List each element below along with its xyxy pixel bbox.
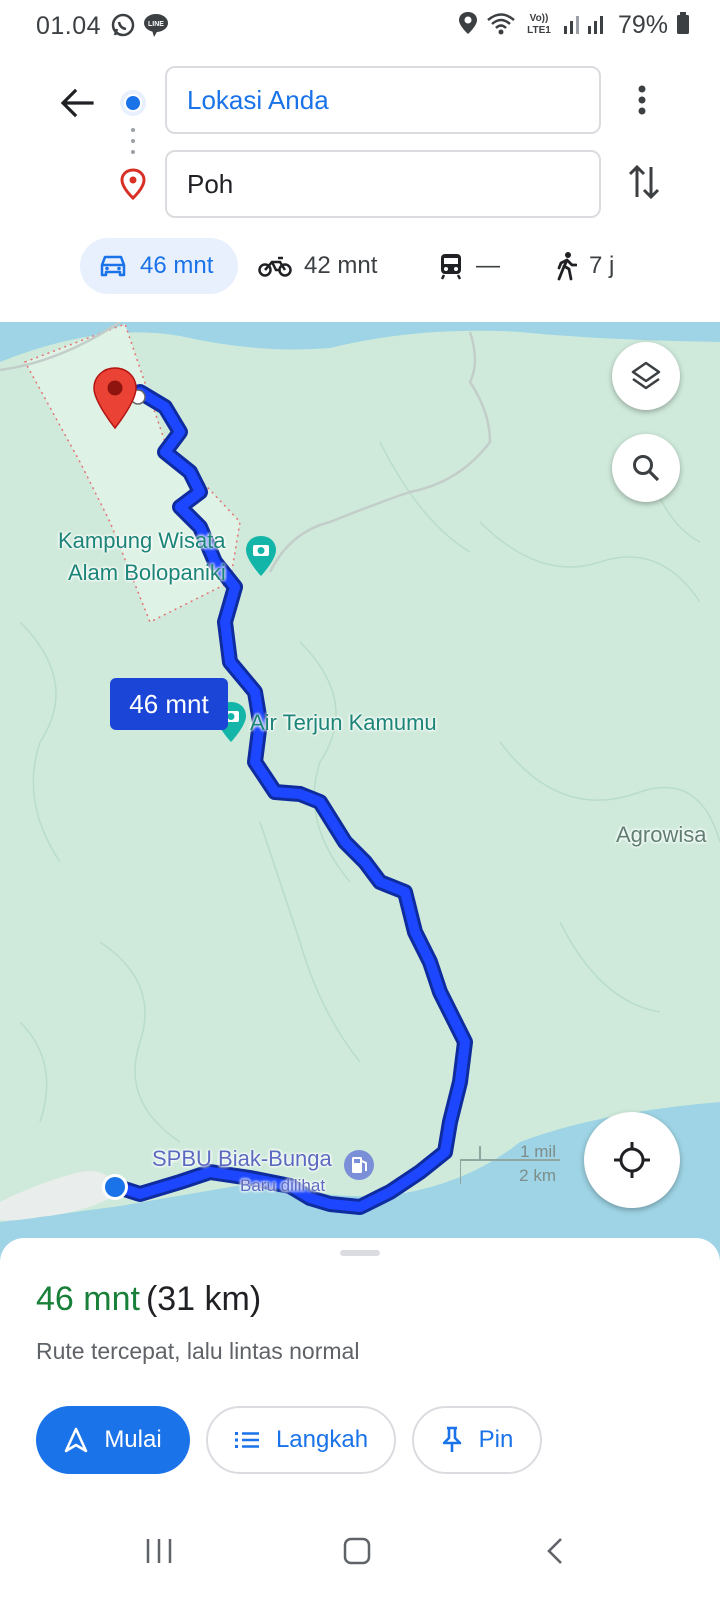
back-nav-button[interactable] — [530, 1526, 580, 1576]
mode-car-time: 46 mnt — [140, 252, 214, 279]
home-icon — [343, 1537, 371, 1565]
mode-walk-tab[interactable]: 7 j — [555, 238, 614, 294]
battery-percent: 79% — [617, 11, 668, 39]
swap-button[interactable] — [622, 160, 666, 204]
map-view[interactable]: Kampung Wisata Alam Bolopaniki Air Terju… — [0, 322, 720, 1262]
poi-label-kampung-2[interactable]: Alam Bolopaniki — [68, 560, 226, 586]
directions-header: Lokasi Anda Poh 46 mnt 42 mnt — 7 j — [0, 52, 720, 322]
map-scale: 1 mil 2 km — [460, 1142, 560, 1192]
search-button[interactable] — [612, 434, 680, 502]
pin-icon — [442, 1426, 461, 1452]
route-time-bubble[interactable]: 46 mnt — [110, 678, 228, 730]
recent-apps-icon — [146, 1539, 172, 1563]
line-icon-text: LINE — [148, 21, 164, 28]
navigation-arrow-icon — [65, 1427, 88, 1453]
my-location-icon — [614, 1142, 650, 1178]
motorcycle-icon — [258, 256, 292, 277]
layers-button[interactable] — [612, 342, 680, 410]
walk-icon — [557, 252, 577, 281]
poi-label-agrowisata[interactable]: Agrowisa — [616, 822, 706, 848]
travel-modes: 46 mnt 42 mnt — 7 j — [0, 238, 720, 298]
mode-transit-time: — — [476, 252, 500, 279]
pin-button[interactable]: Pin — [412, 1406, 542, 1474]
summary-time: 46 mnt — [36, 1280, 140, 1318]
whatsapp-icon — [110, 12, 136, 43]
status-time: 01.04 — [36, 12, 102, 40]
volte-text-1: Vo)) — [530, 13, 549, 24]
destination-pin-icon — [120, 168, 146, 200]
back-button[interactable] — [52, 78, 102, 128]
mode-walk-time: 7 j — [589, 252, 615, 279]
battery-icon — [676, 10, 690, 41]
layers-icon — [631, 361, 661, 390]
location-icon — [458, 10, 478, 41]
scale-miles: 1 mil — [520, 1142, 556, 1161]
poi-label-kampung-1[interactable]: Kampung Wisata — [58, 528, 226, 554]
start-button-label: Mulai — [104, 1426, 162, 1453]
train-icon — [440, 254, 462, 280]
volte-icon: Vo)) LTE1 — [524, 10, 554, 41]
map-destination-pin-icon[interactable] — [92, 366, 138, 432]
map-origin-dot-icon[interactable] — [100, 1172, 130, 1202]
my-location-button[interactable] — [584, 1112, 680, 1208]
camera-poi-icon[interactable] — [244, 534, 278, 578]
mode-motorcycle-time: 42 mnt — [304, 252, 378, 279]
car-icon — [100, 255, 126, 277]
scale-km: 2 km — [519, 1166, 556, 1185]
origin-dot-icon — [120, 90, 146, 116]
steps-button[interactable]: Langkah — [206, 1406, 396, 1474]
steps-button-label: Langkah — [275, 1426, 369, 1453]
gas-station-icon[interactable] — [342, 1148, 376, 1182]
poi-sublabel-recent: Baru dilihat — [240, 1176, 326, 1195]
chevron-left-icon — [547, 1538, 562, 1564]
wifi-icon — [486, 10, 516, 41]
line-icon: LINE — [142, 12, 170, 43]
sheet-drag-handle[interactable] — [340, 1250, 380, 1256]
poi-label-air-terjun[interactable]: Air Terjun Kamumu — [250, 710, 437, 736]
origin-input[interactable]: Lokasi Anda — [165, 66, 601, 134]
more-options-button[interactable] — [622, 80, 662, 120]
pin-button-label: Pin — [478, 1426, 514, 1453]
mode-motorcycle-tab[interactable]: 42 mnt — [258, 238, 377, 294]
destination-input[interactable]: Poh — [165, 150, 601, 218]
poi-label-spbu[interactable]: SPBU Biak-Bunga — [152, 1146, 332, 1172]
route-description: Rute tercepat, lalu lintas normal — [36, 1338, 360, 1364]
mode-car-tab[interactable]: 46 mnt — [80, 238, 238, 294]
volte-text-2: LTE1 — [527, 25, 551, 36]
search-icon — [633, 455, 660, 482]
list-icon — [234, 1432, 259, 1448]
route-dots-icon — [131, 128, 135, 154]
system-nav-bar — [0, 1500, 720, 1600]
status-right: Vo)) LTE1 79% — [458, 10, 690, 41]
more-vert-icon — [638, 85, 646, 115]
mode-transit-tab[interactable]: — — [438, 238, 500, 294]
notification-icons: LINE — [110, 12, 170, 43]
summary-distance: (31 km) — [145, 1280, 262, 1318]
status-bar: 01.04 LINE Vo)) LTE1 79% — [0, 0, 720, 52]
route-summary: 46 mnt (31 km) — [36, 1280, 261, 1319]
signal-icon — [562, 10, 610, 41]
recent-apps-button[interactable] — [134, 1526, 184, 1576]
arrow-back-icon — [60, 88, 94, 118]
swap-vert-icon — [628, 164, 660, 200]
start-button[interactable]: Mulai — [36, 1406, 190, 1474]
home-button[interactable] — [332, 1526, 382, 1576]
